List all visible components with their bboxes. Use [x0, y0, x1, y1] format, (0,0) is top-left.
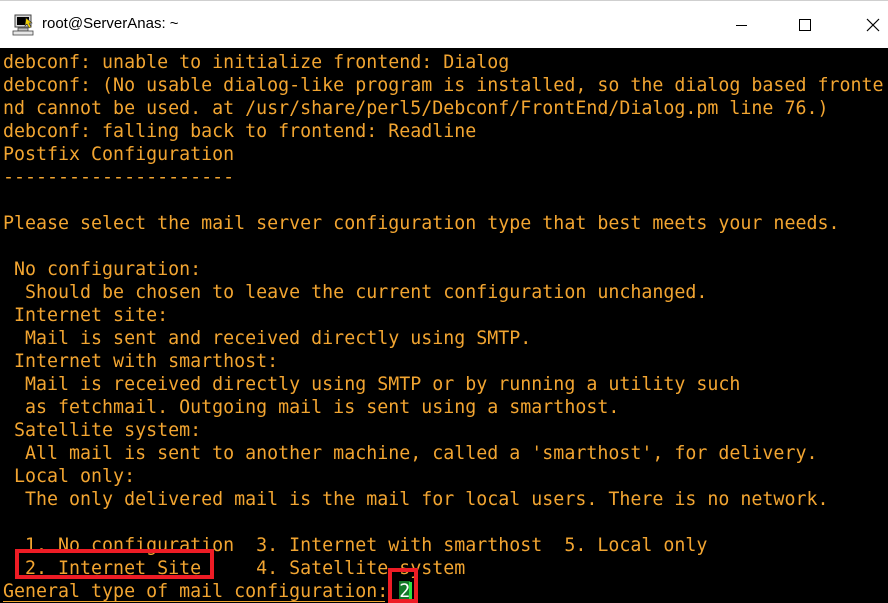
close-icon: [866, 18, 880, 32]
terminal-line: No configuration:: [3, 259, 202, 280]
terminal-area[interactable]: debconf: unable to initialize frontend: …: [0, 48, 888, 603]
prompt-text: General type of mail configuration:: [3, 581, 400, 602]
terminal-line: Mail is received directly using SMTP or …: [3, 374, 741, 395]
minimize-icon: [735, 24, 747, 26]
prompt-underline: [3, 601, 385, 602]
terminal-line: Postfix Configuration: [3, 144, 235, 165]
terminal-line: Internet with smarthost:: [3, 351, 279, 372]
terminal-line: debconf: falling back to frontend: Readl…: [3, 121, 477, 142]
terminal-line: as fetchmail. Outgoing mail is sent usin…: [3, 397, 620, 418]
terminal-line: debconf: (No usable dialog-like program …: [3, 75, 884, 96]
prompt-line: General type of mail configuration: 2: [3, 580, 411, 603]
terminal-line: nd cannot be used. at /usr/share/perl5/D…: [3, 98, 829, 119]
terminal-line: Local only:: [3, 466, 136, 487]
terminal-line: All mail is sent to another machine, cal…: [3, 443, 818, 464]
terminal-line: The only delivered mail is the mail for …: [3, 489, 829, 510]
terminal-line: Mail is sent and received directly using…: [3, 328, 532, 349]
highlight-internet-site: [15, 549, 214, 579]
terminal-line: Internet site:: [3, 305, 169, 326]
title-bar[interactable]: root@ServerAnas: ~: [0, 0, 888, 48]
terminal-line: Please select the mail server configurat…: [3, 213, 840, 234]
terminal-line: debconf: unable to initialize frontend: …: [3, 52, 510, 73]
terminal-line: Satellite system:: [3, 420, 202, 441]
highlight-answer: [388, 568, 418, 603]
window-title: root@ServerAnas: ~: [42, 15, 179, 32]
close-button[interactable]: [850, 1, 888, 49]
terminal-line: Should be chosen to leave the current co…: [3, 282, 708, 303]
maximize-icon: [799, 19, 811, 31]
maximize-button[interactable]: [782, 1, 828, 49]
putty-terminal-icon[interactable]: [12, 14, 36, 36]
putty-window: root@ServerAnas: ~ debconf: unable to in…: [0, 0, 888, 603]
terminal-line: ---------------------: [3, 167, 235, 188]
minimize-button[interactable]: [718, 1, 764, 49]
